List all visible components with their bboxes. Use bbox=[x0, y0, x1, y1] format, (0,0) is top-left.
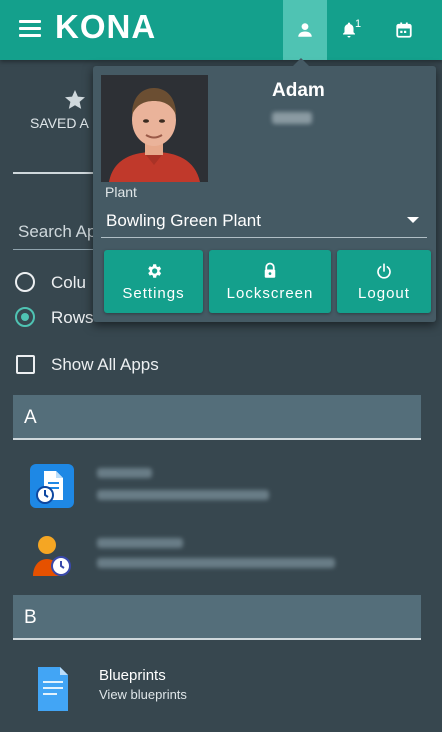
columns-radio-label: Colu bbox=[51, 273, 86, 292]
lockscreen-button[interactable]: Lockscreen bbox=[209, 250, 331, 313]
show-all-apps-label: Show All Apps bbox=[51, 355, 159, 374]
search-apps-input[interactable]: Search Ap bbox=[18, 222, 96, 242]
user-name: Adam bbox=[272, 80, 325, 101]
calendar-button[interactable] bbox=[382, 0, 426, 60]
avatar bbox=[101, 75, 208, 182]
lock-icon bbox=[264, 262, 276, 278]
notifications-button[interactable]: 1 bbox=[327, 0, 371, 60]
columns-radio[interactable] bbox=[15, 272, 35, 292]
star-icon bbox=[65, 90, 85, 109]
show-all-apps-checkbox[interactable] bbox=[16, 355, 35, 374]
logout-label: Logout bbox=[358, 285, 410, 302]
notification-count-badge: 1 bbox=[355, 18, 362, 30]
app-row-blueprints[interactable]: Blueprints View blueprints bbox=[0, 662, 442, 732]
plant-select[interactable]: Bowling Green Plant bbox=[101, 203, 427, 238]
rows-radio[interactable] bbox=[15, 307, 35, 327]
saved-apps-label: SAVED A bbox=[30, 115, 89, 131]
person-icon bbox=[298, 23, 312, 37]
user-role-redacted bbox=[272, 112, 312, 124]
logout-button[interactable]: Logout bbox=[337, 250, 431, 313]
rows-radio-label: Rows bbox=[51, 308, 94, 327]
section-header-b: B bbox=[13, 595, 421, 640]
settings-label: Settings bbox=[122, 285, 185, 302]
section-letter: B bbox=[24, 607, 37, 628]
plant-label: Plant bbox=[105, 184, 137, 200]
section-header-a: A bbox=[13, 395, 421, 440]
app-row[interactable] bbox=[0, 462, 442, 532]
menu-icon[interactable] bbox=[19, 20, 41, 38]
settings-button[interactable]: Settings bbox=[104, 250, 203, 313]
plant-value: Bowling Green Plant bbox=[106, 211, 261, 230]
calendar-icon bbox=[396, 22, 412, 38]
profile-button[interactable] bbox=[283, 0, 327, 60]
blueprint-document-icon bbox=[38, 667, 68, 711]
section-letter: A bbox=[24, 407, 37, 428]
brand-logo: KONA bbox=[55, 8, 157, 45]
document-clock-icon bbox=[30, 464, 74, 508]
power-icon bbox=[377, 263, 391, 279]
lockscreen-label: Lockscreen bbox=[226, 285, 314, 302]
gear-icon bbox=[147, 264, 161, 278]
person-clock-icon bbox=[33, 536, 71, 576]
app-title: Blueprints bbox=[99, 667, 166, 684]
profile-menu: Adam Plant Bowling Green Plant Settings … bbox=[93, 58, 436, 322]
search-underline bbox=[13, 249, 103, 250]
top-app-bar: KONA 1 bbox=[0, 0, 442, 60]
app-row[interactable] bbox=[0, 532, 442, 602]
tab-indicator bbox=[13, 172, 103, 174]
chevron-down-icon bbox=[407, 217, 419, 223]
